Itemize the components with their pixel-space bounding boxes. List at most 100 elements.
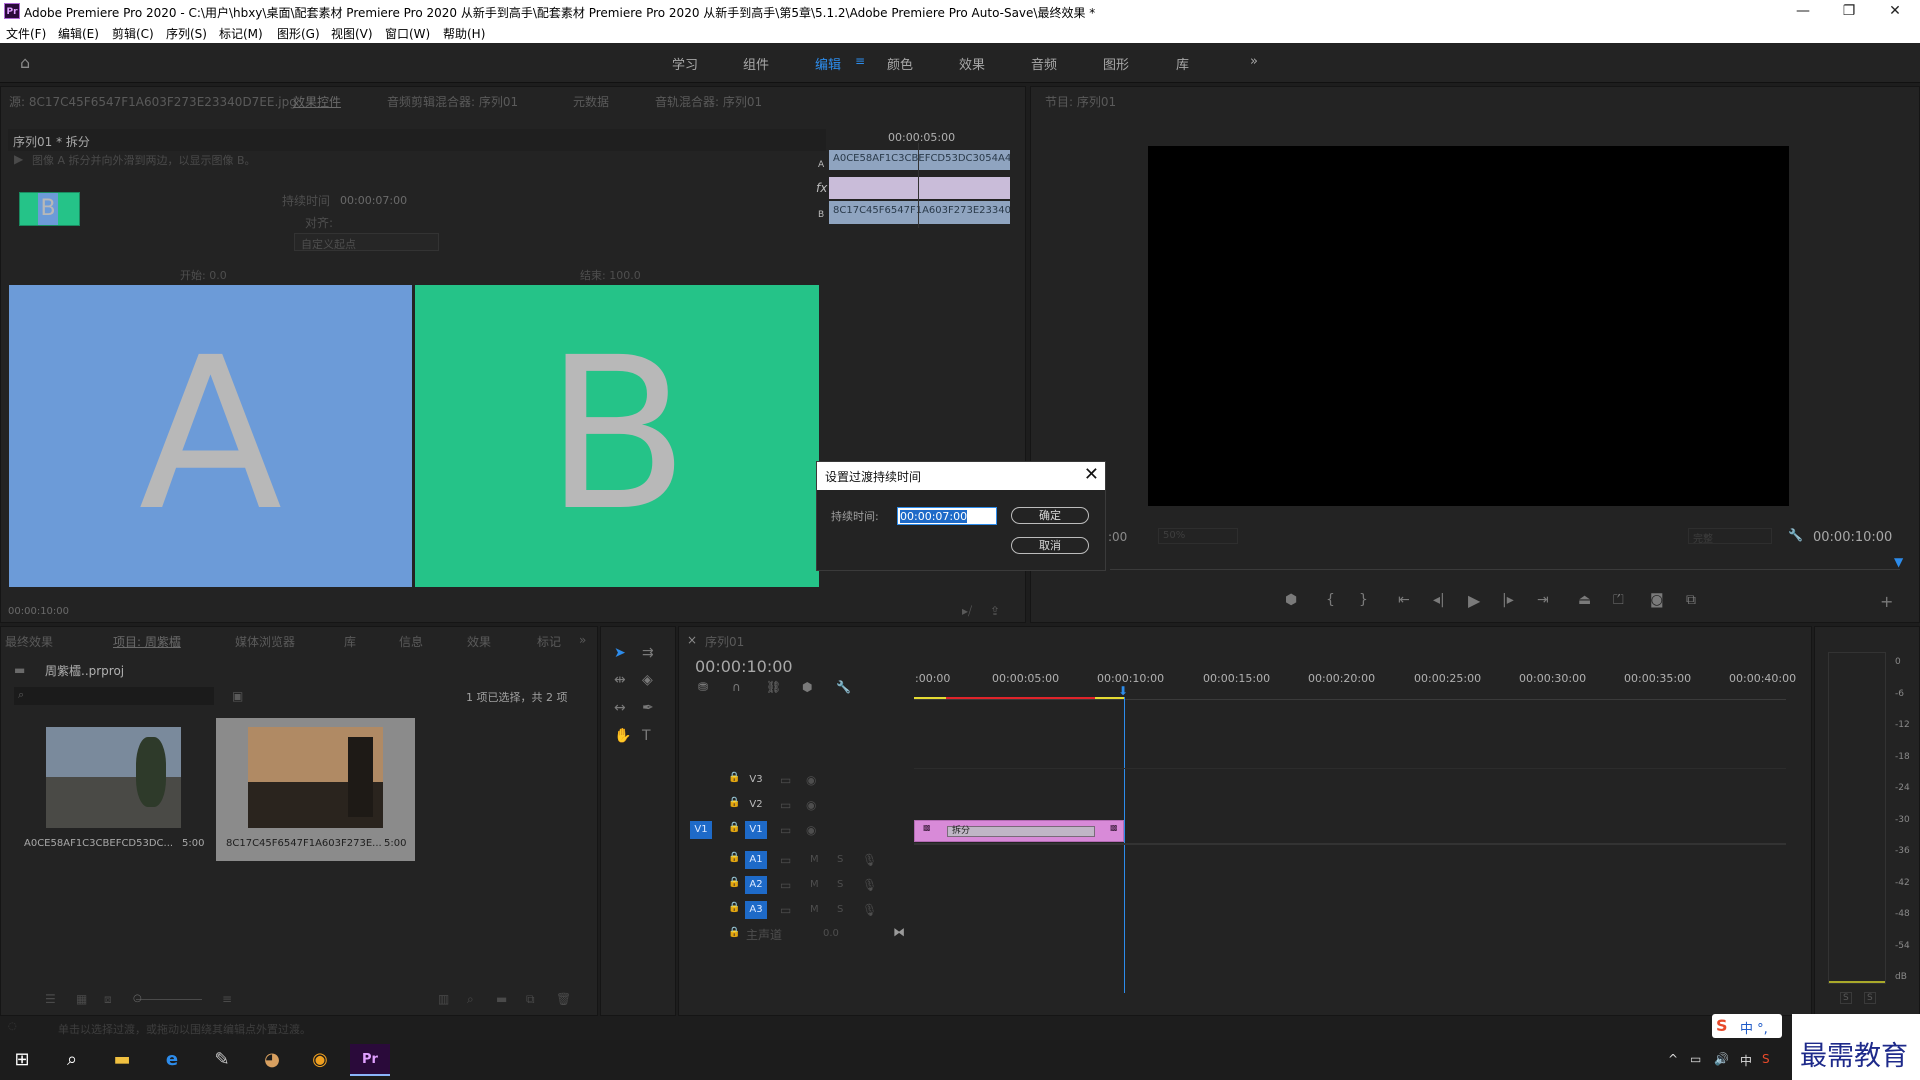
- ime-bar[interactable]: S 中 °,: [1712, 1014, 1782, 1038]
- cancel-button[interactable]: 取消: [1011, 537, 1089, 554]
- tab-markers[interactable]: 标记: [537, 633, 561, 650]
- mute-a2-button[interactable]: M: [810, 879, 819, 890]
- lock-v3-icon[interactable]: 🔒: [728, 772, 740, 783]
- new-bin-icon[interactable]: ▣: [232, 689, 243, 703]
- selection-tool-icon[interactable]: ➤: [614, 645, 626, 661]
- windows-start-icon[interactable]: ⊞: [2, 1044, 42, 1076]
- go-to-out-icon[interactable]: ⇥: [1537, 592, 1549, 608]
- project-item-1[interactable]: [45, 727, 182, 832]
- play-icon[interactable]: ▶: [1468, 591, 1480, 610]
- lock-a3-icon[interactable]: 🔒: [728, 902, 740, 913]
- quality-dropdown[interactable]: 完整: [1688, 528, 1772, 545]
- track-a1-label[interactable]: A1: [745, 851, 767, 869]
- hand-tool-icon[interactable]: ✋: [614, 728, 631, 744]
- mark-out-icon[interactable]: }: [1359, 592, 1368, 608]
- sync-v1-icon[interactable]: ▭: [780, 823, 791, 837]
- workspaces-overflow-button[interactable]: »: [1250, 54, 1258, 69]
- source-patch-v1[interactable]: V1: [690, 821, 712, 839]
- track-v1-label[interactable]: V1: [745, 821, 767, 839]
- pen-tool-icon[interactable]: ✒: [642, 700, 654, 716]
- minimize-button[interactable]: —: [1780, 0, 1826, 22]
- wrench-icon[interactable]: 🔧: [1788, 528, 1803, 542]
- tab-info[interactable]: 信息: [399, 633, 423, 650]
- menu-edit[interactable]: 编辑(E): [58, 25, 99, 42]
- workspace-effects[interactable]: 效果: [959, 54, 985, 73]
- program-timecode[interactable]: 00:00:10:00: [1813, 530, 1892, 545]
- sync-v3-icon[interactable]: ▭: [780, 773, 791, 787]
- sogou-tray-icon[interactable]: S: [1762, 1052, 1770, 1066]
- ripple-edit-tool-icon[interactable]: ⇹: [614, 672, 626, 688]
- project-search-input[interactable]: ⌕: [14, 687, 214, 705]
- zoom-slider[interactable]: [136, 999, 202, 1000]
- automate-icon[interactable]: ▥: [438, 992, 449, 1006]
- menu-clip[interactable]: 剪辑(C): [112, 25, 154, 42]
- workspace-menu-icon[interactable]: ≡: [855, 54, 865, 68]
- panel-overflow-icon[interactable]: »: [579, 633, 586, 647]
- tab-libraries[interactable]: 库: [344, 633, 356, 650]
- workspace-learn[interactable]: 学习: [672, 54, 698, 73]
- duration-input[interactable]: 00:00:07:00: [897, 507, 997, 525]
- button-editor-icon[interactable]: +: [1880, 592, 1893, 611]
- mic-a2-icon[interactable]: 🎙: [862, 878, 877, 892]
- lock-v1-icon[interactable]: 🔒: [728, 822, 740, 833]
- program-scrubber[interactable]: [1110, 562, 1900, 570]
- menu-help[interactable]: 帮助(H): [443, 25, 485, 42]
- timeline-playhead-line[interactable]: [1124, 697, 1125, 993]
- snap-icon[interactable]: ∩: [732, 680, 741, 694]
- extract-icon[interactable]: ⏍: [1613, 592, 1624, 608]
- file-explorer-icon[interactable]: ▬: [102, 1044, 142, 1076]
- export-icon[interactable]: ⇪: [990, 604, 1000, 618]
- timeline-playhead-icon[interactable]: ⬇: [1118, 684, 1128, 698]
- menu-sequence[interactable]: 序列(S): [166, 25, 207, 42]
- tab-final-effect[interactable]: 最终效果: [5, 633, 53, 650]
- dialog-close-button[interactable]: ✕: [1084, 464, 1099, 485]
- close-sequence-icon[interactable]: ×: [687, 633, 697, 647]
- network-icon[interactable]: ▭: [1690, 1052, 1701, 1066]
- type-tool-icon[interactable]: T: [642, 728, 651, 744]
- sync-a1-icon[interactable]: ▭: [780, 853, 791, 867]
- tab-project[interactable]: 项目: 周紫櫺: [113, 633, 181, 650]
- list-view-icon[interactable]: ☰: [45, 992, 56, 1006]
- menu-marker[interactable]: 标记(M): [219, 25, 263, 42]
- lock-a1-icon[interactable]: 🔒: [728, 852, 740, 863]
- tab-program[interactable]: 节目: 序列01: [1045, 93, 1116, 110]
- comparison-view-icon[interactable]: ⧉: [1686, 592, 1696, 608]
- mic-a1-icon[interactable]: 🎙: [862, 853, 877, 867]
- edge-browser-icon[interactable]: e: [152, 1044, 192, 1076]
- align-dropdown[interactable]: 自定义起点: [294, 233, 439, 251]
- solo-a3-button[interactable]: S: [837, 904, 843, 915]
- ime-tray-icon[interactable]: 中: [1740, 1052, 1752, 1069]
- premiere-taskbar-icon[interactable]: Pr: [350, 1044, 390, 1076]
- find-icon[interactable]: ⌕: [467, 992, 474, 1007]
- tab-audio-track-mixer[interactable]: 音轨混合器: 序列01: [655, 93, 762, 110]
- new-bin-bottom-icon[interactable]: ▬: [496, 992, 507, 1006]
- tab-effect-controls[interactable]: 效果控件: [293, 93, 341, 110]
- sync-v2-icon[interactable]: ▭: [780, 798, 791, 812]
- sync-a3-icon[interactable]: ▭: [780, 903, 791, 917]
- track-a2-label[interactable]: A2: [745, 876, 767, 894]
- lock-a2-icon[interactable]: 🔒: [728, 877, 740, 888]
- sync-a2-icon[interactable]: ▭: [780, 878, 791, 892]
- play-only-audio-icon[interactable]: ▸⧸: [962, 604, 972, 619]
- tab-media-browser[interactable]: 媒体浏览器: [235, 633, 295, 650]
- add-marker-icon[interactable]: ⬢: [1285, 592, 1297, 608]
- workspace-audio[interactable]: 音频: [1031, 54, 1057, 73]
- search-icon[interactable]: ⌕: [52, 1044, 92, 1076]
- workspace-assembly[interactable]: 组件: [743, 54, 769, 73]
- paint-icon[interactable]: ✎: [202, 1044, 242, 1076]
- step-forward-icon[interactable]: |▸: [1502, 592, 1514, 608]
- workspace-graphics[interactable]: 图形: [1103, 54, 1129, 73]
- freeform-view-icon[interactable]: ⧈: [104, 992, 112, 1007]
- lock-master-icon[interactable]: 🔒: [728, 927, 740, 938]
- menu-view[interactable]: 视图(V): [331, 25, 373, 42]
- timeline-timecode[interactable]: 00:00:10:00: [695, 657, 793, 676]
- eye-v3-icon[interactable]: ◉: [806, 773, 816, 787]
- tab-audio-clip-mixer[interactable]: 音频剪辑混合器: 序列01: [387, 93, 518, 110]
- tab-effects[interactable]: 效果: [467, 633, 491, 650]
- trash-icon[interactable]: 🗑: [556, 992, 571, 1006]
- media-player-icon[interactable]: ◉: [300, 1044, 340, 1076]
- track-select-tool-icon[interactable]: ⇉: [642, 645, 654, 661]
- mark-in-icon[interactable]: {: [1326, 592, 1335, 608]
- close-window-button[interactable]: ✕: [1872, 0, 1918, 22]
- linked-selection-icon[interactable]: ⛓: [766, 680, 781, 694]
